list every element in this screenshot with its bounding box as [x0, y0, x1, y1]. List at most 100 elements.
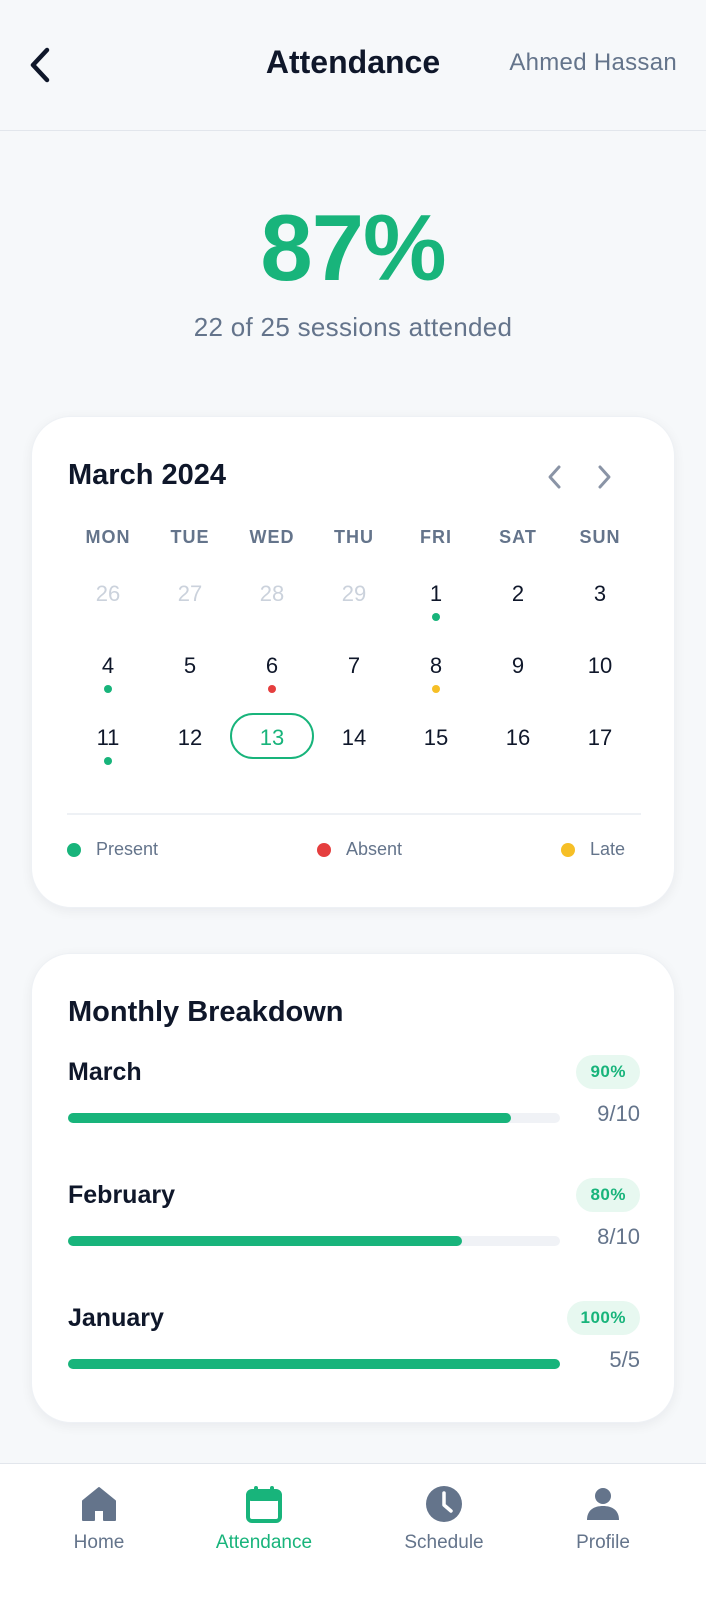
progress-track — [68, 1236, 560, 1246]
calendar-day[interactable]: 9 — [477, 641, 559, 713]
legend-present-label: Present — [96, 839, 159, 859]
nav-profile[interactable]: Profile — [533, 1464, 673, 1600]
calendar-day[interactable]: 7 — [313, 641, 395, 713]
next-month-button[interactable] — [589, 461, 619, 493]
calendar-week: 11 12 13 14 15 16 17 — [67, 713, 641, 785]
previous-month-button[interactable] — [540, 461, 570, 493]
day-number: 8 — [429, 653, 443, 678]
calendar-day[interactable]: 5 — [149, 641, 231, 713]
nav-schedule[interactable]: Schedule — [374, 1464, 514, 1600]
calendar-day[interactable]: 27 — [149, 569, 231, 641]
back-button[interactable] — [22, 45, 58, 85]
late-dot-icon — [561, 842, 575, 857]
calendar-day[interactable]: 10 — [559, 641, 641, 713]
weekday-label: THU — [334, 527, 374, 547]
session-count: 5/5 — [609, 1347, 640, 1372]
calendar-day[interactable]: 17 — [559, 713, 641, 785]
calendar-day[interactable]: 14 — [313, 713, 395, 785]
calendar-day[interactable]: 1 — [395, 569, 477, 641]
calendar-day[interactable]: 29 — [313, 569, 395, 641]
month-name: January — [68, 1304, 164, 1332]
calendar-day[interactable]: 12 — [149, 713, 231, 785]
day-number: 27 — [177, 581, 203, 606]
calendar-day[interactable]: 8 — [395, 641, 477, 713]
nav-attendance[interactable]: Attendance — [194, 1464, 334, 1600]
legend-absent: Absent — [317, 839, 402, 860]
progress-fill — [68, 1113, 511, 1123]
progress-track — [68, 1113, 560, 1123]
sessions-attended-text: 22 of 25 sessions attended — [193, 312, 513, 342]
weekday-header: MON TUE WED THU FRI SAT SUN — [67, 527, 641, 548]
day-number: 6 — [265, 653, 279, 678]
calendar-day[interactable]: 15 — [395, 713, 477, 785]
day-number: 3 — [593, 581, 607, 606]
day-number: 10 — [587, 653, 613, 678]
calendar-day-today[interactable]: 13 — [230, 713, 314, 785]
absent-dot-icon — [317, 842, 331, 857]
day-number: 26 — [95, 581, 121, 606]
day-number: 29 — [341, 581, 367, 606]
weekday-label: SAT — [499, 527, 537, 547]
nav-profile-label: Profile — [576, 1532, 630, 1553]
day-number: 13 — [259, 725, 285, 750]
weekday-label: TUE — [170, 527, 210, 547]
percent-badge: 90% — [576, 1055, 640, 1089]
month-name: February — [68, 1181, 175, 1209]
calendar-grid: 26 27 28 29 1 2 3 4 5 6 7 8 9 10 11 12 13 14 15 16 17 — [67, 569, 641, 785]
legend-late: Late — [561, 839, 625, 860]
calendar-icon — [246, 1486, 282, 1523]
absent-dot-icon — [268, 685, 276, 693]
app-header: Attendance Ahmed Hassan — [0, 0, 706, 131]
legend-present: Present — [67, 839, 158, 860]
day-number: 2 — [511, 581, 525, 606]
clock-icon — [426, 1486, 462, 1522]
home-icon — [82, 1487, 116, 1521]
day-number: 17 — [587, 725, 613, 750]
session-count: 9/10 — [597, 1101, 640, 1126]
day-number: 12 — [177, 725, 203, 750]
late-dot-icon — [432, 685, 440, 693]
calendar-day[interactable]: 6 — [231, 641, 313, 713]
calendar-day[interactable]: 2 — [477, 569, 559, 641]
weekday-label: SUN — [579, 527, 621, 547]
calendar-card: March 2024 MON TUE WED THU FRI SAT SUN 2… — [31, 416, 675, 908]
chevron-left-icon — [548, 465, 561, 489]
day-number: 4 — [101, 653, 115, 678]
legend-absent-label: Absent — [346, 839, 403, 859]
nav-home[interactable]: Home — [29, 1464, 169, 1600]
nav-home-label: Home — [73, 1532, 125, 1553]
day-number: 14 — [341, 725, 367, 750]
progress-fill — [68, 1236, 462, 1246]
day-number: 7 — [347, 653, 361, 678]
calendar-day[interactable]: 28 — [231, 569, 313, 641]
nav-attendance-label: Attendance — [215, 1532, 313, 1553]
present-dot-icon — [104, 685, 112, 693]
attendance-percentage: 87% — [260, 195, 446, 300]
calendar-month-label: March 2024 — [68, 459, 226, 491]
calendar-day[interactable]: 16 — [477, 713, 559, 785]
nav-schedule-label: Schedule — [404, 1532, 484, 1553]
progress-track — [68, 1359, 560, 1369]
calendar-day[interactable]: 11 — [67, 713, 149, 785]
calendar-day[interactable]: 3 — [559, 569, 641, 641]
monthly-breakdown-card: Monthly Breakdown March 90% 9/10 Februar… — [31, 953, 675, 1423]
section-title: Monthly Breakdown — [68, 996, 344, 1028]
divider — [67, 813, 641, 815]
calendar-day[interactable]: 26 — [67, 569, 149, 641]
progress-fill — [68, 1359, 560, 1369]
present-dot-icon — [67, 842, 81, 857]
user-name[interactable]: Ahmed Hassan — [509, 49, 677, 77]
chevron-right-icon — [598, 465, 611, 489]
day-number: 1 — [429, 581, 443, 606]
attendance-summary: 87% 22 of 25 sessions attended — [0, 196, 706, 343]
calendar-week: 4 5 6 7 8 9 10 — [67, 641, 641, 713]
present-dot-icon — [432, 613, 440, 621]
weekday-label: MON — [85, 527, 131, 547]
day-number: 9 — [511, 653, 525, 678]
day-number: 5 — [183, 653, 197, 678]
calendar-week: 26 27 28 29 1 2 3 — [67, 569, 641, 641]
percent-badge: 80% — [576, 1178, 640, 1212]
bottom-navigation: Home Attendance Schedule Profile — [0, 1463, 706, 1600]
calendar-day[interactable]: 4 — [67, 641, 149, 713]
month-name: March — [68, 1058, 142, 1086]
